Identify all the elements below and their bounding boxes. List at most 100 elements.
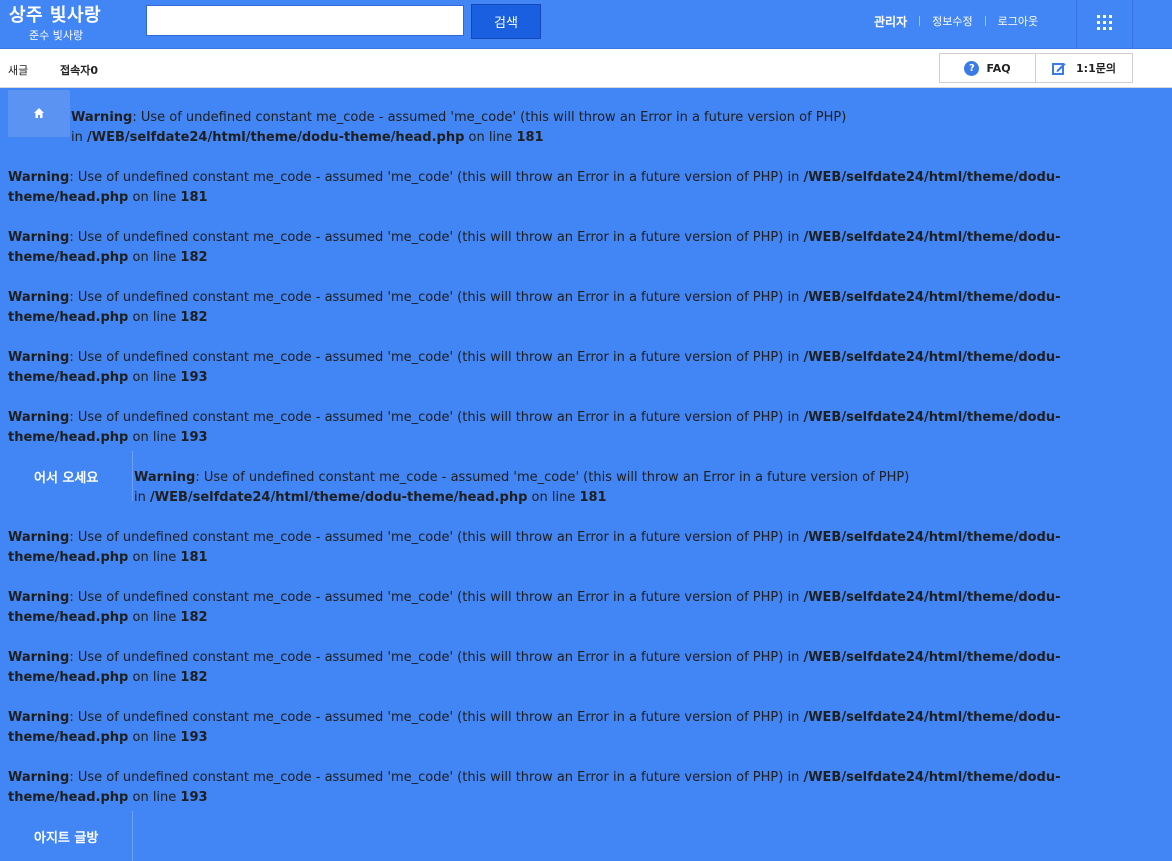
warning-line-number: 193 — [180, 790, 208, 805]
warning-on-line: on line — [128, 670, 181, 685]
home-tab[interactable] — [8, 90, 70, 137]
warning-message: : Use of undefined constant me_code - as… — [132, 110, 847, 125]
warning-message: : Use of undefined constant me_code - as… — [69, 650, 784, 665]
php-warning: Warning: Use of undefined constant me_co… — [8, 348, 1108, 388]
warning-line-number: 182 — [180, 670, 208, 685]
warning-path: /WEB/selfdate24/html/theme/dodu- — [803, 290, 1061, 305]
warning-label: Warning — [8, 410, 70, 425]
warning-path: theme/head.php — [8, 190, 129, 205]
warning-path: theme/head.php — [8, 670, 129, 685]
warning-path: theme/head.php — [8, 730, 129, 745]
warning-on-line: on line — [128, 790, 181, 805]
warning-path: /WEB/selfdate24/html/theme/dodu-theme/he… — [149, 490, 528, 505]
warning-path: theme/head.php — [8, 610, 129, 625]
warning-in: in — [783, 710, 804, 725]
warning-in: in — [783, 590, 804, 605]
warning-path: theme/head.php — [8, 250, 129, 265]
warning-message: : Use of undefined constant me_code - as… — [69, 350, 784, 365]
sidebar-tab-label: 아지트 글방 — [34, 831, 99, 846]
warning-label: Warning — [8, 530, 70, 545]
warning-path: theme/head.php — [8, 370, 129, 385]
warning-line-number: 193 — [180, 370, 208, 385]
warning-label: Warning — [8, 350, 70, 365]
warning-label: Warning — [8, 650, 70, 665]
warning-label: Warning — [134, 470, 196, 485]
inquiry-label: 1:1문의 — [1076, 62, 1116, 75]
warning-in: in — [783, 230, 804, 245]
warning-path: theme/head.php — [8, 790, 129, 805]
warning-label: Warning — [71, 110, 133, 125]
warning-on-line: on line — [527, 490, 580, 505]
warning-message: : Use of undefined constant me_code - as… — [69, 170, 784, 185]
warning-path: /WEB/selfdate24/html/theme/dodu- — [803, 410, 1061, 425]
warning-message: : Use of undefined constant me_code - as… — [69, 410, 784, 425]
warning-path: /WEB/selfdate24/html/theme/dodu- — [803, 230, 1061, 245]
warning-in: in — [783, 410, 804, 425]
warning-line-number: 182 — [180, 610, 208, 625]
inquiry-button[interactable]: 1:1문의 — [1035, 53, 1133, 83]
home-icon — [34, 108, 44, 118]
warning-in: in — [783, 770, 804, 785]
site-logo[interactable]: 상주 빛사랑 준수 빛사랑 — [0, 0, 120, 48]
logo-subtitle: 준수 빛사랑 — [29, 29, 84, 42]
admin-link[interactable]: 관리자 — [868, 13, 913, 30]
php-warning: Warning: Use of undefined constant me_co… — [8, 768, 1108, 808]
php-warning: Warning: Use of undefined constant me_co… — [8, 648, 1108, 688]
warning-message: : Use of undefined constant me_code - as… — [69, 770, 784, 785]
warning-label: Warning — [8, 290, 70, 305]
link-divider — [984, 16, 986, 26]
warning-path: /WEB/selfdate24/html/theme/dodu-theme/he… — [86, 130, 465, 145]
warning-label: Warning — [8, 590, 70, 605]
new-posts-link[interactable]: 새글 — [8, 62, 28, 78]
warning-in: in — [783, 170, 804, 185]
warning-on-line: on line — [128, 310, 181, 325]
php-warning: Warning: Use of undefined constant me_co… — [134, 468, 909, 508]
faq-button[interactable]: ? FAQ — [939, 53, 1036, 83]
visitors-link[interactable]: 접속자0 — [60, 62, 98, 78]
warning-label: Warning — [8, 170, 70, 185]
edit-profile-link[interactable]: 정보수정 — [926, 13, 978, 29]
warning-path: /WEB/selfdate24/html/theme/dodu- — [803, 710, 1061, 725]
warning-in: in — [783, 530, 804, 545]
php-warning: Warning: Use of undefined constant me_co… — [8, 168, 1108, 208]
warning-in: in — [783, 350, 804, 365]
logo-title[interactable]: 상주 빛사랑 — [9, 1, 101, 27]
warning-in: in — [783, 650, 804, 665]
warning-on-line: on line — [128, 430, 181, 445]
warning-line-number: 182 — [180, 250, 208, 265]
warning-on-line: on line — [464, 130, 517, 145]
php-warning: Warning: Use of undefined constant me_co… — [8, 708, 1108, 748]
sidebar-tab-label: 어서 오세요 — [34, 471, 99, 486]
warning-on-line: on line — [128, 610, 181, 625]
warning-path: theme/head.php — [8, 430, 129, 445]
warning-path: /WEB/selfdate24/html/theme/dodu- — [803, 590, 1061, 605]
top-header: 상주 빛사랑 준수 빛사랑 검색 관리자 정보수정 로그아웃 — [0, 0, 1172, 49]
warning-message: : Use of undefined constant me_code - as… — [69, 530, 784, 545]
faq-label: FAQ — [986, 61, 1011, 75]
search-input[interactable] — [146, 5, 464, 36]
question-icon: ? — [964, 60, 980, 76]
warning-line-number: 181 — [516, 130, 544, 145]
warning-line-number: 181 — [180, 190, 208, 205]
sidebar-tab-agit-board[interactable]: 아지트 글방 — [8, 811, 133, 861]
php-warning: Warning: Use of undefined constant me_co… — [8, 288, 1108, 328]
edit-icon — [1052, 61, 1066, 75]
search-button[interactable]: 검색 — [471, 4, 541, 39]
warning-label: Warning — [8, 230, 70, 245]
warning-message: : Use of undefined constant me_code - as… — [69, 290, 784, 305]
warning-label: Warning — [8, 710, 70, 725]
warning-line-number: 181 — [579, 490, 607, 505]
logout-link[interactable]: 로그아웃 — [992, 13, 1044, 29]
warning-message: : Use of undefined constant me_code - as… — [69, 590, 784, 605]
php-warning: Warning: Use of undefined constant me_co… — [8, 588, 1108, 628]
warning-path: theme/head.php — [8, 310, 129, 325]
apps-menu-button[interactable] — [1076, 0, 1133, 48]
warning-label: Warning — [8, 770, 70, 785]
warning-line-number: 181 — [180, 550, 208, 565]
warning-line-number: 193 — [180, 430, 208, 445]
php-warning: Warning: Use of undefined constant me_co… — [71, 108, 846, 148]
sidebar-tab-welcome[interactable]: 어서 오세요 — [8, 451, 133, 501]
warning-line-number: 193 — [180, 730, 208, 745]
warning-on-line: on line — [128, 730, 181, 745]
apps-grid-icon — [1097, 15, 1113, 31]
